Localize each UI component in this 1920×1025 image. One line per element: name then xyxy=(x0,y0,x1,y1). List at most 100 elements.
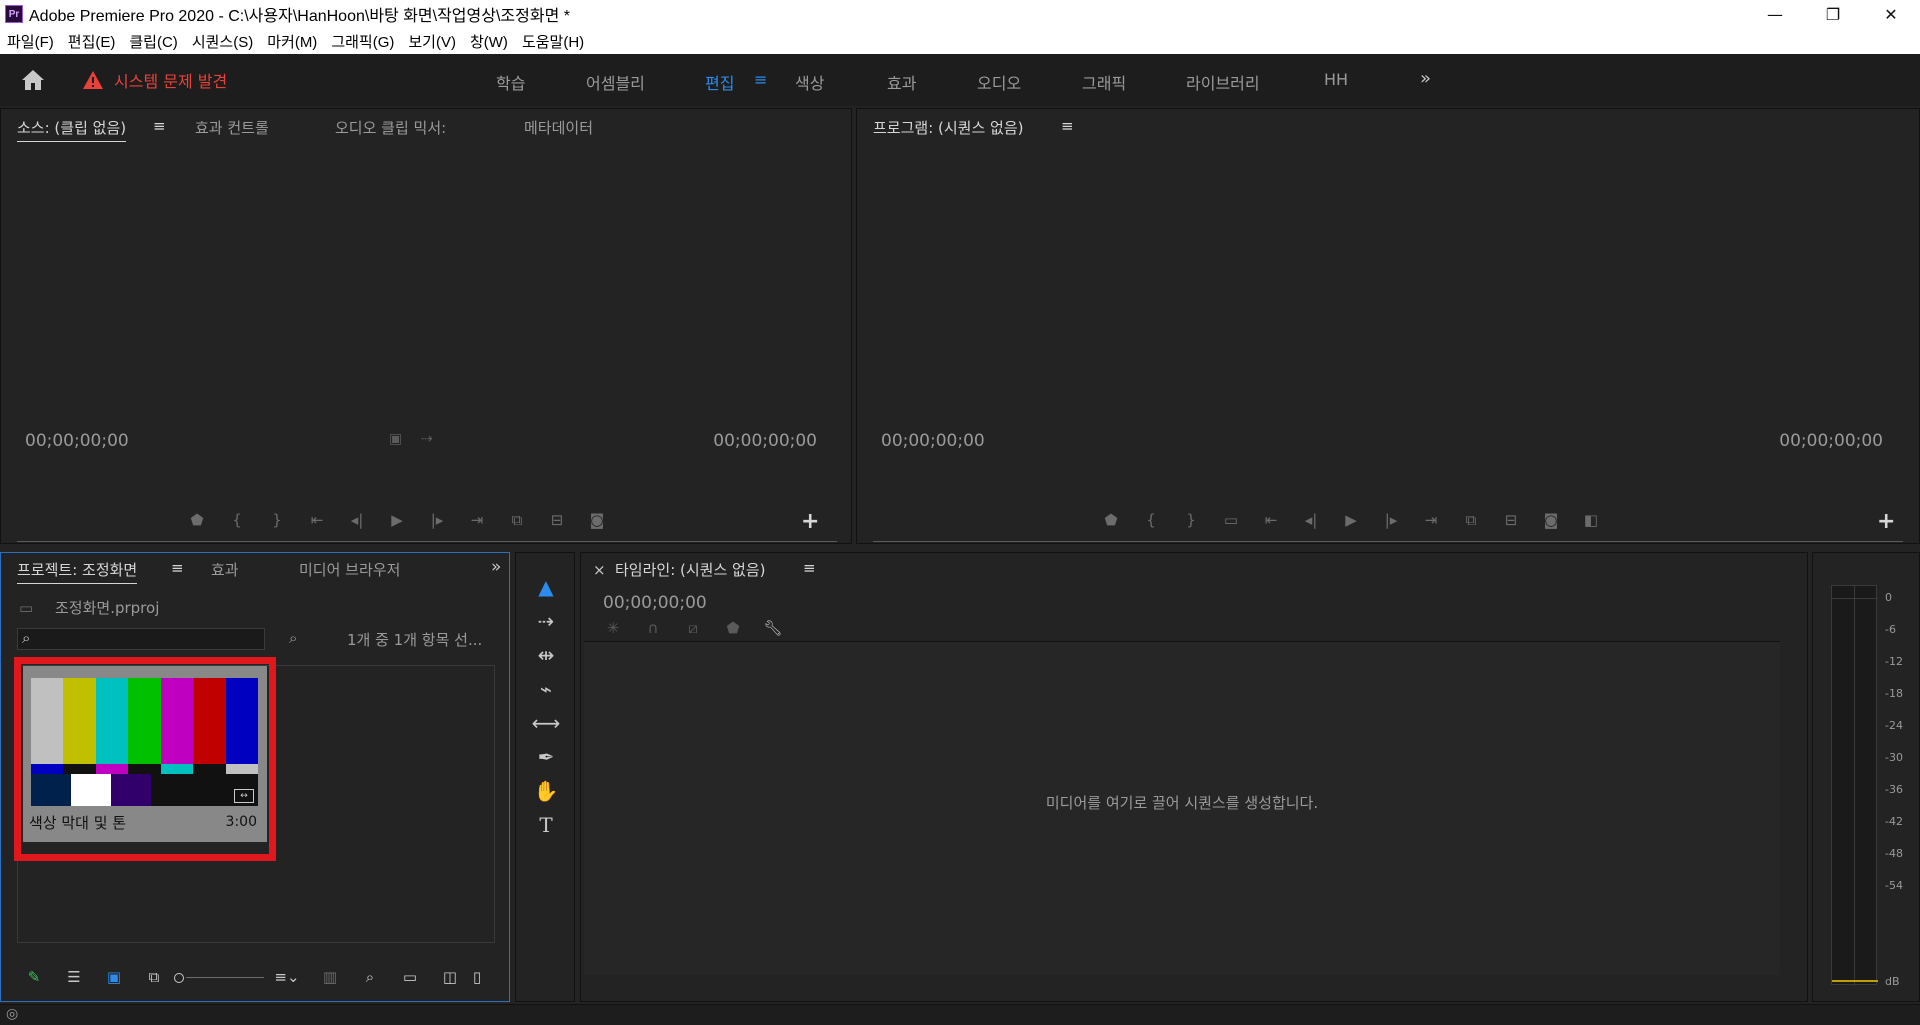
extract-icon[interactable]: ⊟ xyxy=(1491,511,1531,529)
find-icon[interactable]: ⌕ xyxy=(350,968,390,986)
tab-audio-clip-mixer[interactable]: 오디오 클립 믹서: xyxy=(335,117,446,138)
timeline-menu-icon[interactable]: ≡ xyxy=(803,559,816,577)
tab-source[interactable]: 소스: (클립 없음) xyxy=(17,117,127,142)
list-view-icon[interactable]: ☰ xyxy=(54,968,94,986)
menu-sequence[interactable]: 시퀀스(S) xyxy=(185,31,260,52)
snap-icon[interactable]: ∩ xyxy=(633,619,673,637)
pen-tool-icon[interactable]: ✒ xyxy=(530,745,562,775)
trash-icon[interactable]: ▯ xyxy=(470,968,484,986)
mark-in-icon[interactable]: { xyxy=(217,511,257,529)
program-step-forward-icon[interactable]: |▸ xyxy=(1371,511,1411,529)
tab-effects[interactable]: 효과 xyxy=(211,559,239,580)
workspace-more-icon[interactable]: » xyxy=(1420,68,1431,89)
source-menu-icon[interactable]: ≡ xyxy=(153,117,166,135)
tab-timeline[interactable]: 타임라인: (시퀀스 없음) xyxy=(615,559,766,580)
program-go-to-out-icon[interactable]: ⇥ xyxy=(1411,511,1451,529)
program-step-back-icon[interactable]: ◂| xyxy=(1291,511,1331,529)
nest-icon[interactable]: ✳ xyxy=(593,619,633,637)
restore-button[interactable]: ❐ xyxy=(1804,0,1862,28)
workspace-tab-libraries[interactable]: 라이브러리 xyxy=(1186,70,1260,94)
tab-metadata[interactable]: 메타데이터 xyxy=(524,117,593,138)
minimize-button[interactable]: — xyxy=(1746,0,1804,28)
program-play-icon[interactable]: ▶ xyxy=(1331,511,1371,529)
tab-effect-controls[interactable]: 효과 컨트롤 xyxy=(195,117,269,138)
overwrite-icon[interactable]: ⊟ xyxy=(537,511,577,529)
workspace-tab-effects[interactable]: 효과 xyxy=(887,70,916,94)
workspace-tab-editing[interactable]: 편집 xyxy=(705,70,734,94)
menu-clip[interactable]: 클립(C) xyxy=(122,31,184,52)
program-scrub-bar[interactable] xyxy=(873,541,1903,542)
timeline-close-icon[interactable]: × xyxy=(593,561,606,579)
lift-icon[interactable]: ⧉ xyxy=(1451,511,1491,529)
project-more-icon[interactable]: » xyxy=(491,557,501,577)
workspace-tab-graphics[interactable]: 그래픽 xyxy=(1082,70,1126,94)
project-search-input[interactable]: ⌕ xyxy=(17,628,265,650)
play-icon[interactable]: ▶ xyxy=(377,511,417,529)
source-timecode-current[interactable]: 00;00;00;00 xyxy=(25,431,129,451)
freeform-view-icon[interactable]: ⧉ xyxy=(134,968,174,986)
workspace-tab-learn[interactable]: 학습 xyxy=(496,70,525,94)
tab-program[interactable]: 프로그램: (시퀀스 없음) xyxy=(873,117,1024,138)
ripple-edit-tool-icon[interactable]: ⇹ xyxy=(530,643,562,673)
comparison-view-icon[interactable]: ◧ xyxy=(1571,511,1611,529)
linked-selection-icon[interactable]: ⧄ xyxy=(673,619,713,637)
track-select-tool-icon[interactable]: ⇢ xyxy=(530,609,562,639)
timeline-timecode[interactable]: 00;00;00;00 xyxy=(603,593,707,613)
timeline-drop-area[interactable]: 미디어를 여기로 끌어 시퀀스를 생성합니다. xyxy=(584,641,1780,975)
drag-audio-icon[interactable]: ⇢ xyxy=(421,431,433,447)
program-add-marker-icon[interactable]: ⬟ xyxy=(1091,511,1131,529)
step-forward-icon[interactable]: |▸ xyxy=(417,511,457,529)
creative-cloud-icon[interactable]: ◎ xyxy=(6,1006,18,1022)
program-timecode-current[interactable]: 00;00;00;00 xyxy=(881,431,985,451)
sort-icon[interactable]: ≡⌄ xyxy=(264,968,310,986)
add-marker-icon[interactable]: ⬟ xyxy=(177,511,217,529)
menu-help[interactable]: 도움말(H) xyxy=(515,31,591,52)
type-tool-icon[interactable]: T xyxy=(530,813,562,843)
program-mark-in-icon[interactable]: { xyxy=(1131,511,1171,529)
razor-tool-icon[interactable]: ⌁ xyxy=(530,677,562,707)
program-export-frame-icon[interactable]: ◙ xyxy=(1531,511,1571,529)
workspace-tab-assembly[interactable]: 어셈블리 xyxy=(586,70,645,94)
workspace-tab-audio[interactable]: 오디오 xyxy=(977,70,1021,94)
source-button-editor-icon[interactable]: + xyxy=(801,509,819,534)
insert-icon[interactable]: ⧉ xyxy=(497,511,537,529)
workspace-tab-color[interactable]: 색상 xyxy=(795,70,824,94)
menu-view[interactable]: 보기(V) xyxy=(401,31,463,52)
project-menu-icon[interactable]: ≡ xyxy=(171,559,184,577)
source-scrub-bar[interactable] xyxy=(17,541,837,542)
program-button-editor-icon[interactable]: + xyxy=(1877,509,1895,534)
program-safe-margins-icon[interactable]: ▭ xyxy=(1211,511,1251,529)
new-search-bin-icon[interactable]: ⌕ xyxy=(289,629,297,647)
program-go-to-in-icon[interactable]: ⇤ xyxy=(1251,511,1291,529)
slip-tool-icon[interactable]: ⟷ xyxy=(530,711,562,741)
zoom-slider[interactable] xyxy=(174,971,264,983)
automate-sequence-icon[interactable]: ▥ xyxy=(310,968,350,986)
step-back-icon[interactable]: ◂| xyxy=(337,511,377,529)
menu-edit[interactable]: 편집(E) xyxy=(61,31,123,52)
tab-media-browser[interactable]: 미디어 브라우저 xyxy=(299,559,400,580)
project-item-bars-and-tone[interactable]: ↔ 색상 막대 및 톤 3:00 xyxy=(23,666,267,842)
home-icon[interactable] xyxy=(20,68,46,92)
hand-tool-icon[interactable]: ✋ xyxy=(530,779,562,809)
new-item-icon[interactable]: ◫ xyxy=(430,968,470,986)
write-protect-icon[interactable]: ✎ xyxy=(14,968,54,986)
export-frame-icon[interactable]: ◙ xyxy=(577,511,617,529)
mark-out-icon[interactable]: } xyxy=(257,511,297,529)
wrench-icon[interactable]: 🔧︎ xyxy=(753,619,793,637)
tab-project[interactable]: 프로젝트: 조정화면 xyxy=(17,559,138,584)
icon-view-icon[interactable]: ▣ xyxy=(94,968,134,986)
menu-graphics[interactable]: 그래픽(G) xyxy=(324,31,401,52)
program-menu-icon[interactable]: ≡ xyxy=(1061,117,1074,135)
drag-video-icon[interactable]: ▣ xyxy=(389,431,402,447)
system-warning[interactable]: 시스템 문제 발견 xyxy=(82,68,227,92)
workspace-menu-icon[interactable]: ≡ xyxy=(754,70,767,89)
selection-tool-icon[interactable]: ▲ xyxy=(530,575,562,605)
close-button[interactable]: ✕ xyxy=(1862,0,1920,28)
go-to-out-icon[interactable]: ⇥ xyxy=(457,511,497,529)
menu-window[interactable]: 창(W) xyxy=(463,31,515,52)
new-bin-icon[interactable]: ▭ xyxy=(390,968,430,986)
timeline-marker-icon[interactable]: ⬟ xyxy=(713,619,753,637)
go-to-in-icon[interactable]: ⇤ xyxy=(297,511,337,529)
program-mark-out-icon[interactable]: } xyxy=(1171,511,1211,529)
workspace-tab-hh[interactable]: HH xyxy=(1324,70,1348,89)
